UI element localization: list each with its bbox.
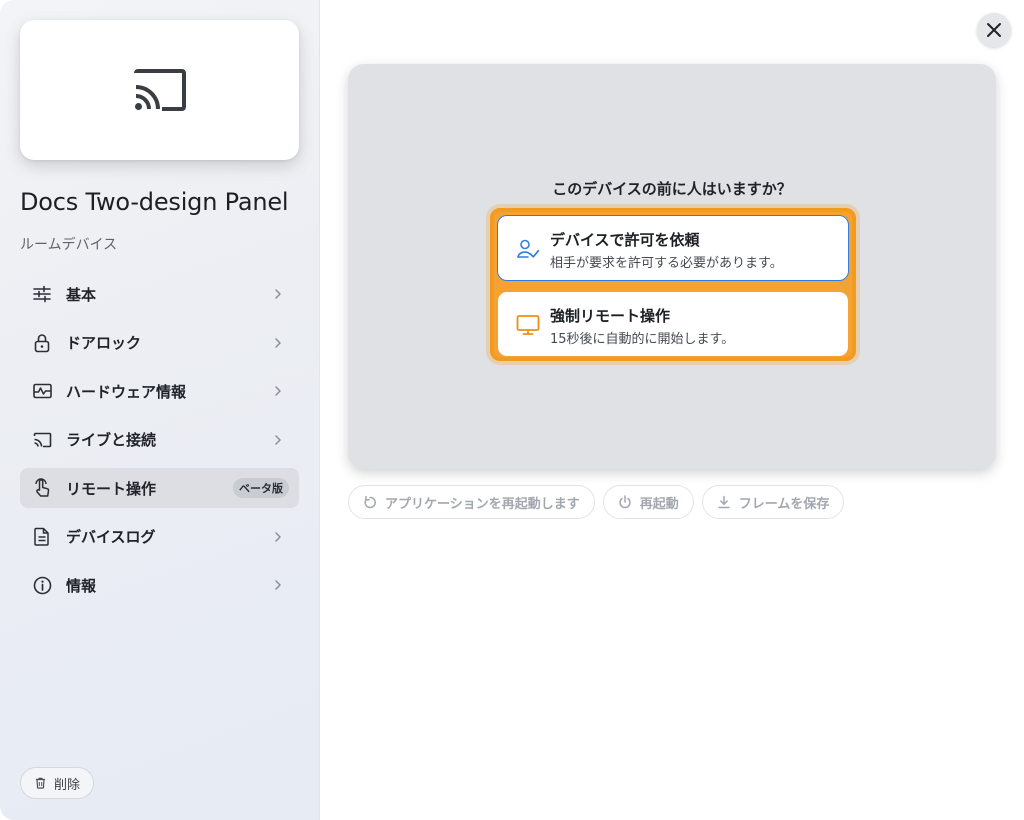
document-icon (32, 527, 52, 547)
option-title: デバイスで許可を依頼 (550, 231, 700, 249)
chevron-right-icon (275, 289, 281, 299)
sidebar-item-basic[interactable]: 基本 (20, 274, 299, 314)
sidebar-item-info[interactable]: 情報 (20, 565, 299, 605)
option-description: 15秒後に自動的に開始します。 (550, 332, 735, 347)
chevron-right-icon (275, 580, 281, 590)
chevron-right-icon (275, 434, 281, 445)
sliders-icon (32, 284, 52, 304)
sidebar-nav: 基本 ドアロック ハードウェア情報 ライブと接続 リモート操作 ベータ版 デバイ… (20, 274, 299, 614)
trash-icon (36, 777, 45, 789)
device-settings-window: Docs Two-design Panel ルームデバイス 基本 ドアロック ハ… (0, 0, 1024, 820)
request-permission-option[interactable]: デバイスで許可を依頼 相手が要求を許可する必要があります。 (497, 215, 849, 281)
sidebar-item-door-lock[interactable]: ドアロック (20, 323, 299, 363)
beta-badge: ベータ版 (233, 478, 289, 498)
user-check-icon (517, 239, 540, 258)
cast-icon (32, 430, 52, 450)
remote-control-panel: このデバイスの前に人はいますか？ デバイスで許可を依頼 相手が要求を許可する必要… (348, 64, 996, 469)
download-icon (717, 495, 731, 509)
save-frame-button[interactable]: フレームを保存 (701, 485, 845, 519)
device-actions-toolbar: アプリケーションを再起動します 再起動 フレームを保存 (348, 485, 852, 519)
option-title: 強制リモート操作 (550, 307, 671, 325)
sidebar-item-live-connection[interactable]: ライブと接続 (20, 420, 299, 460)
device-type: ルームデバイス (20, 237, 118, 253)
delete-button-label: 削除 (54, 777, 81, 793)
sidebar-item-hardware-info[interactable]: ハードウェア情報 (20, 371, 299, 411)
presence-question: このデバイスの前に人はいますか？ (552, 180, 792, 198)
option-description: 相手が要求を許可する必要があります。 (550, 256, 783, 271)
monitor-icon (516, 315, 540, 335)
chevron-right-icon (275, 337, 281, 348)
restart-app-label: アプリケーションを再起動します (385, 496, 580, 512)
reboot-label: 再起動 (639, 496, 679, 512)
info-icon (32, 575, 52, 595)
sidebar-item-device-log[interactable]: デバイスログ (20, 517, 299, 557)
sidebar-item-label: ハードウェア情報 (66, 382, 187, 401)
sidebar-item-label: リモート操作 (66, 479, 157, 498)
pulse-monitor-icon (32, 381, 52, 401)
reboot-button[interactable]: 再起動 (602, 485, 694, 519)
touch-hand-icon (32, 478, 52, 498)
remote-options-group: デバイスで許可を依頼 相手が要求を許可する必要があります。 強制リモート操作 1… (490, 208, 856, 361)
lock-icon (32, 333, 52, 353)
device-name: Docs Two-design Panel (20, 188, 289, 216)
sidebar-item-remote-control[interactable]: リモート操作 ベータ版 (20, 468, 299, 508)
sidebar-item-label: デバイスログ (66, 528, 156, 546)
sidebar-item-label: 情報 (66, 576, 97, 595)
save-frame-label: フレームを保存 (738, 496, 830, 512)
power-icon (618, 495, 632, 509)
sidebar: Docs Two-design Panel ルームデバイス 基本 ドアロック ハ… (0, 0, 320, 820)
sidebar-item-label: ライブと接続 (66, 431, 157, 449)
sidebar-item-label: ドアロック (66, 334, 142, 352)
force-remote-option[interactable]: 強制リモート操作 15秒後に自動的に開始します。 (497, 291, 849, 357)
chevron-right-icon (275, 386, 281, 396)
restart-icon (363, 495, 377, 509)
close-icon (987, 23, 1001, 37)
sidebar-item-label: 基本 (66, 285, 97, 304)
cast-icon (133, 69, 186, 111)
delete-button[interactable]: 削除 (20, 767, 95, 799)
device-preview-card (20, 20, 299, 160)
chevron-right-icon (275, 531, 281, 542)
restart-app-button[interactable]: アプリケーションを再起動します (348, 485, 595, 519)
close-button[interactable] (977, 13, 1011, 47)
